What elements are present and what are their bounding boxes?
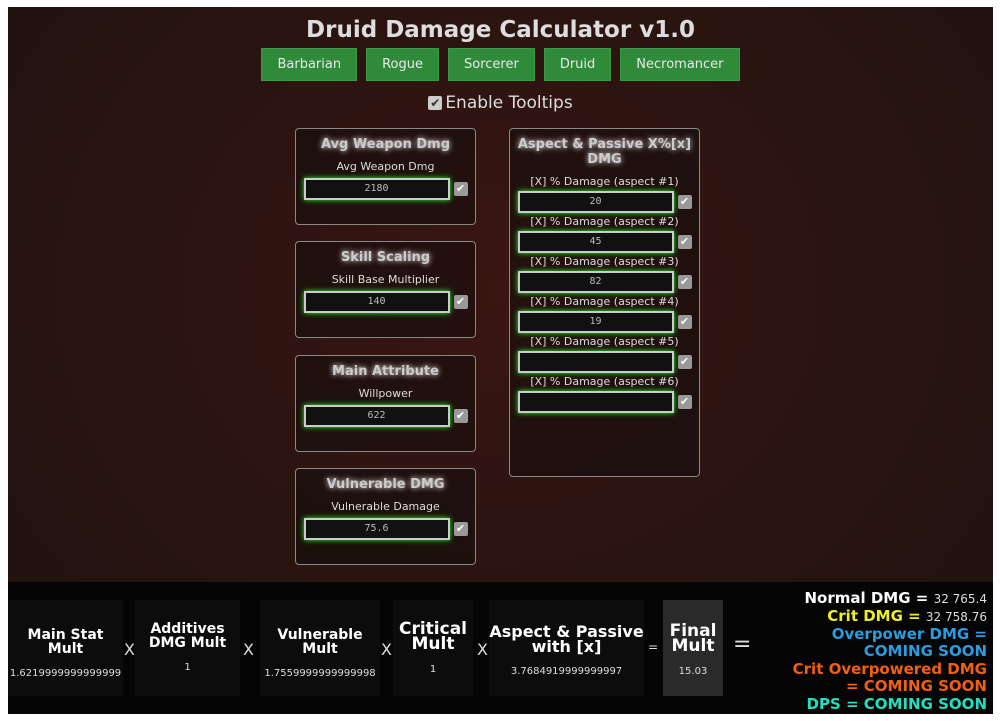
main-stat-mult: Main Stat Mult 1.6219999999999999 [8,600,123,696]
box-heading: Aspect & Passive X%[x] DMG [517,137,692,167]
field-label: Vulnerable Damage [331,500,440,513]
additives-mult: Additives DMG Mult 1 [135,600,240,696]
class-button-rogue[interactable]: Rogue [366,48,439,81]
skill-multiplier-checkbox[interactable]: ✔ [453,295,468,309]
avg-weapon-box: Avg Weapon Dmg Avg Weapon Dmg 2180 ✔ [295,128,476,225]
aspect-label: [X] % Damage (aspect #2) [530,215,679,228]
aspect-checkbox[interactable]: ✔ [677,275,692,289]
aspect-mult: Aspect & Passive with [x] 3.7684919999999… [489,600,644,696]
aspect-checkbox[interactable]: ✔ [677,235,692,249]
result-line: Crit Overpowered DMG = COMING SOON [792,660,987,695]
aspect-input[interactable]: 82 [517,271,674,293]
aspect-label: [X] % Damage (aspect #4) [530,295,679,308]
enable-tooltips[interactable]: ✔ Enable Tooltips [8,93,993,113]
result-line: Crit DMG = 32 758.76 [827,607,987,625]
aspect-label: [X] % Damage (aspect #3) [530,255,679,268]
box-heading: Avg Weapon Dmg [320,137,451,152]
field-label: Skill Base Multiplier [331,273,440,286]
result-line: DPS = COMING SOON [806,695,987,713]
critical-mult: Critical Mult 1 [393,600,473,696]
times-operator: X [381,640,392,659]
equals-operator: = [648,640,659,654]
result-line: Overpower DMG = COMING SOON [831,625,987,660]
vulnerable-mult: Vulnerable Mult 1.7559999999999998 [260,600,380,696]
tooltips-label: Enable Tooltips [445,93,573,113]
aspect-label: [X] % Damage (aspect #5) [530,335,679,348]
tooltips-checkbox[interactable]: ✔ [428,96,443,110]
aspect-label: [X] % Damage (aspect #6) [530,375,679,388]
skill-scaling-box: Skill Scaling Skill Base Multiplier 140 ✔ [295,241,476,338]
main-attribute-box: Main Attribute Willpower 622 ✔ [295,355,476,452]
box-heading: Main Attribute [332,364,439,379]
box-heading: Skill Scaling [340,250,431,265]
class-nav: Barbarian Rogue Sorcerer Druid Necromanc… [8,48,993,81]
class-button-druid[interactable]: Druid [543,48,612,81]
skill-multiplier-input[interactable]: 140 [303,291,450,313]
vulnerable-input[interactable]: 75.6 [303,518,450,540]
class-button-sorcerer[interactable]: Sorcerer [448,48,535,81]
willpower-input[interactable]: 622 [303,405,450,427]
aspect-box: Aspect & Passive X%[x] DMG [X] % Damage … [509,128,700,477]
aspect-checkbox[interactable]: ✔ [677,315,692,329]
aspect-input[interactable]: 19 [517,311,674,333]
aspect-checkbox[interactable]: ✔ [677,355,692,369]
avg-weapon-input[interactable]: 2180 [303,178,450,200]
class-button-barbarian[interactable]: Barbarian [261,48,358,81]
times-operator: X [477,640,488,659]
final-mult: Final Mult 15.03 [663,600,723,696]
vulnerable-box: Vulnerable DMG Vulnerable Damage 75.6 ✔ [295,468,476,565]
result-line: Normal DMG = 32 765.4 [804,589,987,607]
aspect-checkbox[interactable]: ✔ [677,395,692,409]
results-panel: Normal DMG = 32 765.4 Crit DMG = 32 758.7… [777,590,987,714]
aspect-input[interactable] [517,391,674,413]
equals-operator: = [733,632,752,657]
aspect-input[interactable]: 45 [517,231,674,253]
field-label: Willpower [358,387,413,400]
aspect-input[interactable]: 20 [517,191,674,213]
willpower-checkbox[interactable]: ✔ [453,409,468,423]
app-frame: Druid Damage Calculator v1.0 Barbarian R… [8,7,993,714]
field-label: Avg Weapon Dmg [336,160,435,173]
results-bar: Main Stat Mult 1.6219999999999999 X Addit… [8,582,993,714]
times-operator: X [243,640,254,659]
aspect-label: [X] % Damage (aspect #1) [530,175,679,188]
page-title: Druid Damage Calculator v1.0 [306,17,695,43]
times-operator: X [124,640,135,659]
aspect-input[interactable] [517,351,674,373]
vulnerable-checkbox[interactable]: ✔ [453,522,468,536]
box-heading: Vulnerable DMG [326,477,445,492]
aspect-checkbox[interactable]: ✔ [677,195,692,209]
class-button-necromancer[interactable]: Necromancer [620,48,740,81]
avg-weapon-checkbox[interactable]: ✔ [453,182,468,196]
